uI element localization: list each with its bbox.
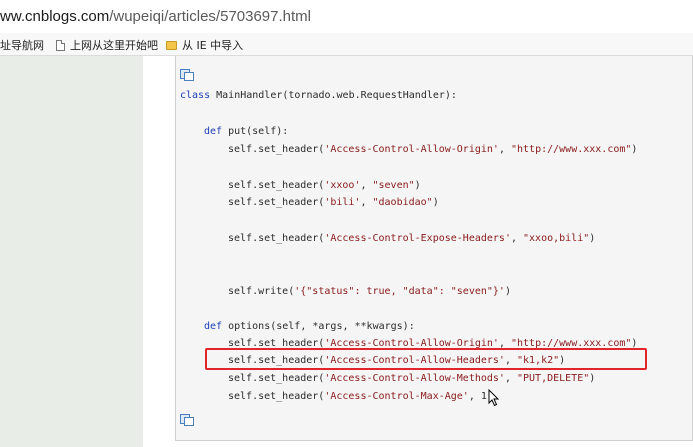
code-line: self.set_header('Access-Control-Allow-Or… [228, 144, 637, 156]
code-call: self.set_header( [228, 197, 325, 208]
code-line: class MainHandler(tornado.web.RequestHan… [180, 90, 457, 102]
address-bar[interactable]: ww.cnblogs.com/wupeiqi/articles/5703697.… [0, 0, 693, 34]
code-line: self.write('{"status": true, "data": "se… [228, 286, 511, 298]
document-icon [56, 39, 65, 51]
code-string: '{"status": true, "data": "seven"}' [294, 286, 505, 297]
code-punct: ) [414, 180, 421, 191]
code-keyword: def [204, 126, 223, 137]
code-string: 'Access-Control-Max-Age' [324, 391, 469, 402]
code-punct: , [360, 197, 373, 208]
code-keyword: class [180, 90, 211, 101]
highlight-annotation [205, 348, 647, 370]
left-sidebar [0, 56, 143, 447]
code-string: 'Access-Control-Allow-Origin' [324, 144, 499, 155]
bookmark-label: 上网从这里开始吧 [70, 39, 158, 52]
code-call: self.set_header( [228, 233, 325, 244]
mouse-cursor-icon [488, 389, 500, 407]
code-text: put(self): [222, 126, 289, 137]
code-punct: ) [589, 373, 596, 384]
folder-icon [166, 40, 177, 50]
bookmarks-bar: 址导航网 上网从这里开始吧 从 IE 中导入 [0, 33, 693, 56]
code-string: "daobidao" [372, 197, 433, 208]
url-path: /wupeiqi/articles/5703697.html [109, 8, 312, 25]
code-string: 'xxoo' [324, 180, 361, 191]
code-punct: , [498, 144, 511, 155]
code-line: self.set_header('Access-Control-Allow-Me… [228, 373, 595, 385]
copy-code-icon[interactable] [180, 69, 194, 81]
code-text: MainHandler(tornado.web.RequestHandler): [210, 90, 457, 101]
code-call: self.set_header( [228, 391, 325, 402]
code-call: self.set_header( [228, 180, 325, 191]
code-line: self.set_header('Access-Control-Expose-H… [228, 233, 595, 245]
code-punct: , 1 [468, 391, 487, 402]
code-string: 'Access-Control-Allow-Methods' [324, 373, 505, 384]
bookmark-label: 址导航网 [0, 39, 44, 52]
code-punct: , [510, 233, 524, 244]
code-text: options(self, *args, **kwargs): [222, 321, 415, 332]
code-line: def options(self, *args, **kwargs): [204, 321, 415, 333]
bookmark-label: 从 IE 中导入 [182, 39, 244, 52]
code-string: "xxoo,bili" [523, 233, 590, 244]
bookmark-item[interactable]: 上网从这里开始吧 [56, 37, 158, 53]
code-punct: , [504, 373, 517, 384]
code-call: self.write( [228, 286, 295, 297]
code-punct: ) [631, 144, 638, 155]
code-line: self.set_header('xxoo', "seven") [228, 180, 421, 192]
code-call: self.set_header( [228, 373, 325, 384]
code-punct: ) [589, 233, 596, 244]
code-line: self.set_header('bili', "daobidao") [228, 197, 439, 209]
copy-code-icon[interactable] [180, 414, 194, 426]
code-string: 'bili' [324, 197, 361, 208]
code-line: self.set_header('Access-Control-Max-Age'… [228, 391, 487, 403]
code-string: "PUT,DELETE" [517, 373, 590, 384]
url-host: ww.cnblogs.com [0, 8, 110, 25]
code-keyword: def [204, 321, 223, 332]
code-punct: ) [432, 197, 439, 208]
bookmark-item[interactable]: 从 IE 中导入 [166, 37, 243, 53]
code-string: "http://www.xxx.com" [510, 144, 632, 155]
code-string: "seven" [372, 180, 415, 191]
code-punct: ) [504, 286, 511, 297]
code-call: self.set_header( [228, 144, 325, 155]
code-line: def put(self): [204, 126, 288, 138]
code-string: 'Access-Control-Expose-Headers' [324, 233, 511, 244]
bookmark-item[interactable]: 址导航网 [0, 37, 44, 53]
code-punct: , [360, 180, 373, 191]
url-text[interactable]: ww.cnblogs.com/wupeiqi/articles/5703697.… [0, 8, 311, 25]
